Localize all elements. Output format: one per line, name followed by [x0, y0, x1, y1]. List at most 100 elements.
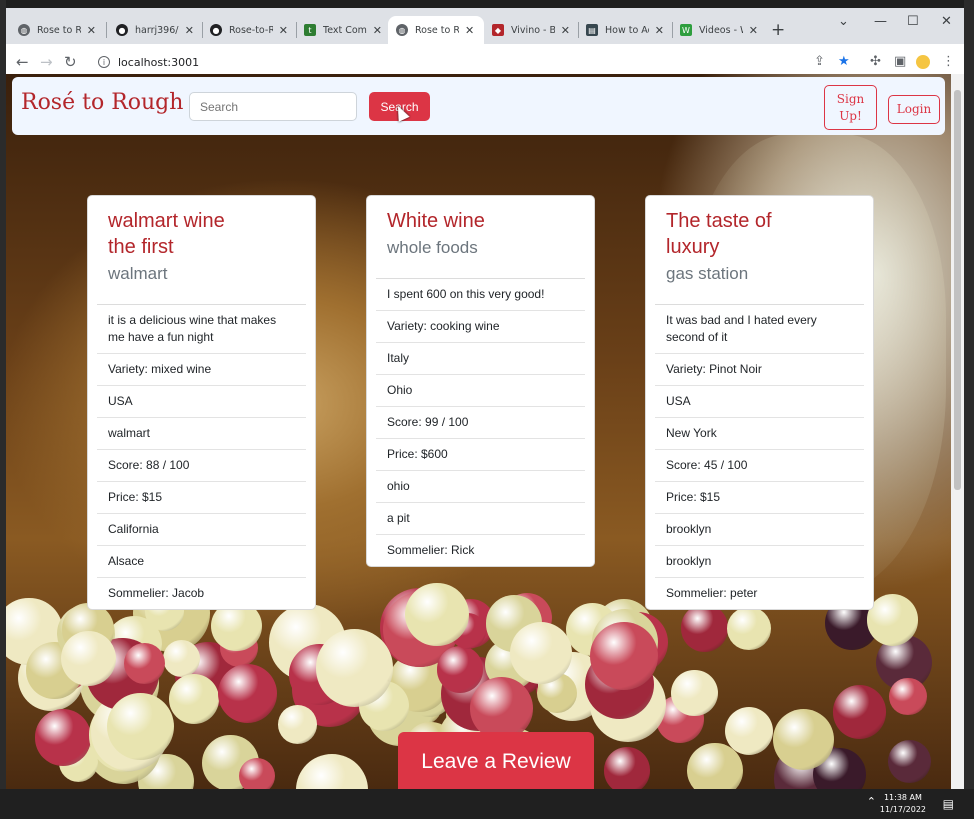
tab-0[interactable]: ◍ Rose to Ro ✕: [10, 16, 104, 44]
grape: [510, 621, 573, 684]
tc-icon: t: [304, 24, 316, 36]
review-score: Score: 88 / 100: [97, 450, 306, 482]
back-icon[interactable]: ←: [16, 53, 29, 71]
close-icon[interactable]: ✕: [749, 24, 758, 37]
login-button[interactable]: Login: [888, 95, 940, 124]
maximize-icon[interactable]: ☐: [907, 14, 919, 29]
review-score: Score: 99 / 100: [376, 407, 585, 439]
info-icon[interactable]: i: [98, 56, 110, 68]
review-winery: Ohio: [376, 375, 585, 407]
review-score: Score: 45 / 100: [655, 450, 864, 482]
close-icon[interactable]: ✕: [87, 24, 96, 37]
close-icon[interactable]: ✕: [279, 24, 288, 37]
close-icon[interactable]: ✕: [655, 24, 664, 37]
brand-logo[interactable]: Rosé to Rough: [21, 90, 183, 115]
tab-6[interactable]: ▤ How to Ad ✕: [578, 16, 672, 44]
page-scrollbar[interactable]: [951, 74, 964, 789]
review-variety: Variety: mixed wine: [97, 354, 306, 386]
review-sommelier: Sommelier: Rick: [387, 543, 475, 557]
tab-divider: [106, 22, 107, 38]
grape: [436, 646, 484, 693]
tab-strip: ◍ Rose to Ro ✕ ● harrj396/R ✕ ● Rose-to-…: [6, 8, 964, 44]
grape: [887, 739, 931, 784]
review-title-line: luxury: [666, 236, 720, 258]
grape: [315, 628, 394, 707]
new-tab-icon[interactable]: +: [771, 20, 785, 40]
system-clock[interactable]: 11:38 AM 11/17/2022: [880, 792, 926, 816]
grape: [727, 606, 771, 651]
review-card: The taste of luxury gas station It was b…: [645, 195, 874, 610]
search-input[interactable]: [189, 92, 357, 121]
grape: [162, 640, 200, 678]
tab-2[interactable]: ● Rose-to-Ro ✕: [202, 16, 296, 44]
tab-label: Videos - W: [699, 24, 743, 36]
scrollbar-thumb[interactable]: [954, 90, 961, 490]
grape: [866, 594, 919, 646]
clock-date: 11/17/2022: [879, 805, 926, 814]
menu-icon[interactable]: ⋮: [942, 54, 955, 69]
review-winery: New York: [655, 418, 864, 450]
tab-label: Vivino - Bu: [511, 24, 555, 36]
review-region: a pit: [376, 503, 585, 535]
close-icon[interactable]: ✕: [373, 24, 382, 37]
signup-label-line1: Sign: [836, 92, 865, 106]
tab-label: harrj396/R: [135, 24, 179, 36]
tab-label: Rose to Ro: [37, 24, 81, 36]
grape: [34, 709, 91, 766]
clock-time: 11:38 AM: [883, 793, 922, 802]
tab-search-icon[interactable]: ⌄: [838, 14, 849, 29]
review-card-header: walmart wine the first walmart: [97, 196, 306, 305]
review-sommelier: Sommelier: peter: [666, 586, 758, 600]
review-title-line: White wine: [387, 210, 485, 232]
review-card-header: The taste of luxury gas station: [655, 196, 864, 305]
star-icon[interactable]: ★: [838, 54, 850, 69]
avatar[interactable]: [916, 55, 930, 69]
page-viewport: Rosé to Rough Search Sign Up! Login walm…: [6, 74, 951, 789]
review-price: Price: $600: [376, 439, 585, 471]
review-description: it is a delicious wine that makes me hav…: [97, 305, 306, 354]
chevron-up-icon[interactable]: ⌃: [867, 795, 876, 808]
review-variety: Variety: cooking wine: [376, 311, 585, 343]
minimize-icon[interactable]: —: [874, 14, 887, 29]
grape: [772, 708, 834, 770]
review-price: Price: $15: [655, 482, 864, 514]
grape: [277, 705, 317, 745]
address-bar[interactable]: i localhost:3001: [88, 49, 868, 75]
notification-icon[interactable]: ▤: [943, 797, 954, 811]
share-icon[interactable]: ⇪: [814, 54, 825, 69]
review-card-header: White wine whole foods: [376, 196, 585, 279]
review-title-line: the first: [108, 236, 174, 258]
reload-icon[interactable]: ↻: [64, 53, 77, 71]
review-region: Alsace: [97, 546, 306, 578]
review-sommelier: Sommelier: Jacob: [108, 586, 205, 600]
review-title: White wine: [387, 208, 565, 234]
close-icon[interactable]: ✕: [561, 24, 570, 37]
windows-taskbar: ⌃ 11:38 AM 11/17/2022 ▤: [0, 789, 974, 819]
review-province: California: [97, 514, 306, 546]
grape: [217, 663, 278, 724]
review-store: walmart: [108, 264, 168, 283]
side-panel-icon[interactable]: ▣: [894, 54, 906, 69]
tab-label: How to Ad: [605, 24, 649, 36]
tab-1[interactable]: ● harrj396/R ✕: [108, 16, 202, 44]
leave-review-button[interactable]: Leave a Review: [398, 732, 594, 789]
tab-5[interactable]: ◆ Vivino - Bu ✕: [484, 16, 578, 44]
tab-7[interactable]: W Videos - W ✕: [672, 16, 766, 44]
signup-button[interactable]: Sign Up!: [824, 85, 877, 130]
close-icon[interactable]: ✕: [185, 24, 194, 37]
doc-icon: ▤: [586, 24, 598, 36]
tab-3[interactable]: t Text Comp ✕: [296, 16, 390, 44]
forward-icon[interactable]: →: [40, 53, 53, 71]
review-country: USA: [97, 386, 306, 418]
github-icon: ●: [210, 24, 222, 36]
extensions-icon[interactable]: ✣: [870, 54, 881, 69]
window-close-icon[interactable]: ✕: [941, 14, 952, 29]
grape: [123, 642, 165, 684]
review-title: walmart wine the first: [108, 208, 286, 260]
tab-4[interactable]: ◍ Rose to Ro ✕: [388, 16, 484, 44]
vivino-icon: ◆: [492, 24, 504, 36]
close-icon[interactable]: ✕: [465, 24, 474, 37]
review-card: walmart wine the first walmart it is a d…: [87, 195, 316, 610]
grape: [589, 621, 659, 691]
desktop-right-edge: [964, 0, 974, 789]
